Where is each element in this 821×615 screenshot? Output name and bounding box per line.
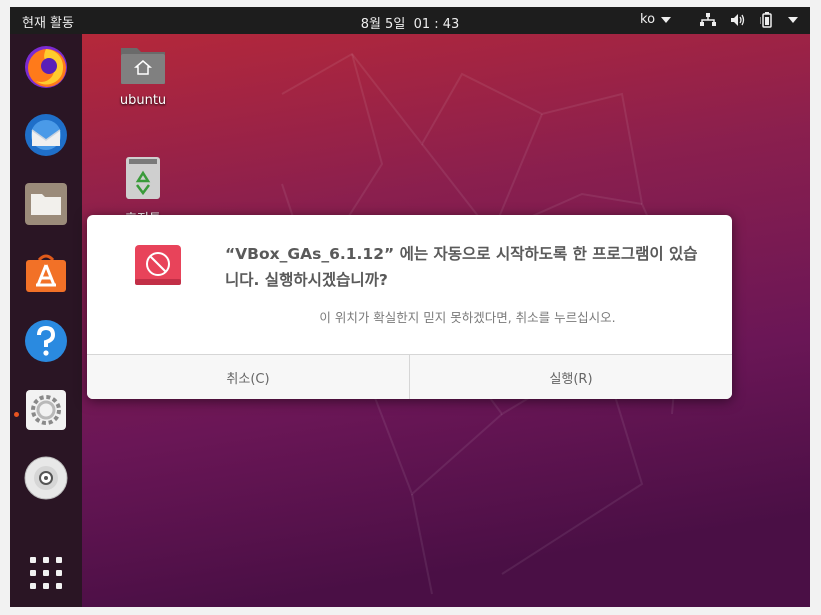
running-indicator <box>14 412 19 417</box>
dialog-title: “VBox_GAs_6.1.12” 에는 자동으로 시작하도록 한 프로그램이 … <box>225 245 698 289</box>
dialog-button-row: 취소(C) 실행(R) <box>87 354 732 399</box>
software-icon <box>26 254 66 292</box>
home-folder-label: ubuntu <box>119 93 167 108</box>
battery-icon <box>760 12 774 28</box>
dialog-message: 이 위치가 확실한지 믿지 못하겠다면, 취소를 누르십시오. <box>319 310 616 325</box>
top-bar: 현재 활동 8월 5일 01 : 43 ko <box>10 7 810 34</box>
desktop-screen: 현재 활동 8월 5일 01 : 43 ko ubuntu “VBox_GAs_… <box>10 7 810 607</box>
autorun-dialog: “VBox_GAs_6.1.12” 에는 자동으로 시작하도록 한 프로그램이 … <box>87 215 732 399</box>
thunderbird-icon <box>25 114 67 156</box>
language-label: ko <box>640 12 656 27</box>
language-selector[interactable]: ko <box>640 12 672 27</box>
clock[interactable]: 8월 5일 01 : 43 <box>10 13 810 32</box>
dock-settings[interactable] <box>22 386 70 434</box>
system-menu-icon <box>788 17 798 23</box>
dock-show-applications[interactable] <box>22 549 70 597</box>
dock-files[interactable] <box>22 180 70 228</box>
dock-software[interactable] <box>22 248 70 296</box>
volume-icon <box>731 14 745 26</box>
chevron-down-icon <box>661 16 672 23</box>
clock-time: 01 : 43 <box>413 17 460 32</box>
dock-firefox[interactable] <box>22 43 70 91</box>
dock-cd-drive[interactable] <box>22 454 70 502</box>
files-icon <box>25 183 67 225</box>
trash-icon <box>126 157 160 199</box>
firefox-icon <box>25 46 67 88</box>
home-folder-icon <box>121 48 165 84</box>
show-applications-icon <box>30 557 62 589</box>
dock <box>10 34 82 607</box>
dock-thunderbird[interactable] <box>22 111 70 159</box>
settings-icon <box>26 390 66 430</box>
dock-help[interactable] <box>22 317 70 365</box>
help-icon <box>25 320 67 362</box>
clock-date: 8월 5일 <box>360 17 406 32</box>
cd-drive-icon <box>24 456 68 500</box>
desktop-home-folder[interactable]: ubuntu <box>103 42 183 108</box>
system-tray[interactable] <box>700 12 798 28</box>
cancel-button[interactable]: 취소(C) <box>87 355 409 399</box>
run-button[interactable]: 실행(R) <box>409 355 732 399</box>
prohibited-icon <box>135 245 181 285</box>
network-icon <box>700 13 716 26</box>
